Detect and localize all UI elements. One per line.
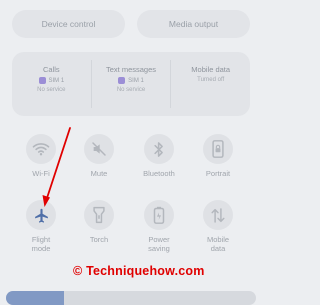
bluetooth-icon — [154, 141, 163, 157]
tile-bluetooth[interactable]: Bluetooth — [134, 134, 184, 178]
flashlight-icon — [93, 206, 105, 224]
text-messages-sim-label: SIM 1 — [128, 77, 144, 84]
text-messages-sim: SIM 1 — [118, 77, 144, 84]
calls-status: No service — [37, 87, 66, 93]
brightness-slider[interactable] — [6, 291, 256, 305]
watermark-text: © Techniquehow.com — [73, 264, 205, 278]
torch-label: Torch — [89, 235, 109, 244]
mobile-data-column[interactable]: Mobile data Turned off — [171, 52, 250, 116]
tile-portrait[interactable]: Portrait — [193, 134, 243, 178]
flight-mode-label: Flight mode — [31, 235, 51, 253]
text-messages-status: No service — [116, 87, 146, 93]
tile-torch[interactable]: Torch — [74, 200, 124, 244]
text-messages-title: Text messages — [105, 65, 157, 74]
mobile-data-title: Mobile data — [191, 65, 231, 74]
device-control-label: Device control — [41, 19, 96, 29]
bluetooth-tile-button[interactable] — [144, 134, 174, 164]
wifi-label: Wi-Fi — [32, 169, 50, 178]
tile-flight-mode[interactable]: Flight mode — [16, 200, 66, 253]
portrait-label: Portrait — [205, 169, 231, 178]
calls-column[interactable]: Calls SIM 1 No service — [12, 52, 91, 116]
device-control-button[interactable]: Device control — [12, 10, 125, 38]
tile-mobile-data[interactable]: Mobile data — [193, 200, 243, 253]
battery-saver-icon — [153, 206, 165, 224]
mobile-data-label: Mobile data — [206, 235, 230, 253]
tile-mute[interactable]: Mute — [74, 134, 124, 178]
tile-wifi[interactable]: Wi-Fi — [16, 134, 66, 178]
tile-power-saving[interactable]: Power saving — [134, 200, 184, 253]
mute-tile-button[interactable] — [84, 134, 114, 164]
power-saving-tile-button[interactable] — [144, 200, 174, 230]
portrait-tile-button[interactable] — [203, 134, 233, 164]
sim-icon — [118, 77, 126, 84]
flight-mode-tile-button[interactable] — [26, 200, 56, 230]
calls-sim: SIM 1 — [38, 77, 65, 84]
brightness-fill — [6, 291, 64, 305]
wifi-tile-button[interactable] — [26, 134, 56, 164]
text-messages-column[interactable]: Text messages SIM 1 No service — [90, 60, 172, 108]
media-output-button[interactable]: Media output — [137, 10, 250, 38]
data-arrows-icon — [211, 207, 225, 223]
mute-icon — [92, 142, 106, 156]
wifi-icon — [32, 143, 50, 156]
portrait-lock-icon — [212, 140, 224, 158]
torch-tile-button[interactable] — [84, 200, 114, 230]
sim-icon — [38, 77, 46, 84]
media-output-label: Media output — [168, 19, 219, 29]
sim-info-card: Calls SIM 1 No service Text messages SIM… — [12, 52, 250, 116]
mobile-data-status: Turned off — [197, 77, 225, 83]
calls-sim-label: SIM 1 — [48, 77, 65, 84]
calls-title: Calls — [43, 65, 60, 74]
airplane-icon — [34, 208, 48, 223]
mute-label: Mute — [90, 169, 108, 178]
mobile-data-tile-button[interactable] — [203, 200, 233, 230]
power-saving-label: Power saving — [148, 235, 170, 253]
bluetooth-label: Bluetooth — [143, 169, 175, 178]
